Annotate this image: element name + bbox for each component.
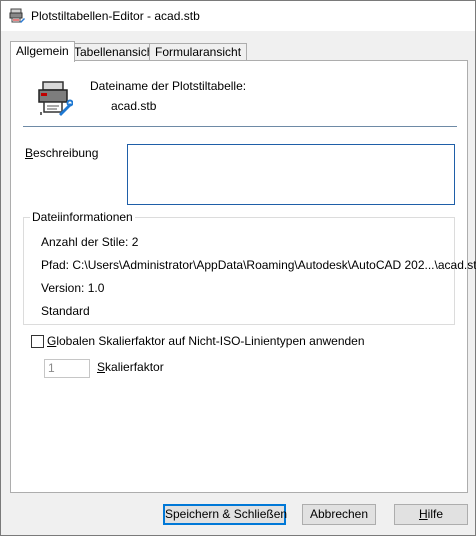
tab-formularansicht[interactable]: Formularansicht: [149, 43, 248, 61]
style-count-text: Anzahl der Stile: 2: [41, 235, 139, 249]
title-bar: Plotstiltabellen-Editor - acad.stb: [1, 1, 475, 31]
description-textarea[interactable]: [127, 144, 455, 205]
apply-global-scale-checkbox[interactable]: [31, 335, 44, 348]
apply-global-scale-label[interactable]: Globalen Skalierfaktor auf Nicht-ISO-Lin…: [47, 334, 365, 348]
separator-line: [23, 126, 457, 127]
save-close-button[interactable]: Speichern & Schließen: [163, 504, 287, 525]
file-info-group: Dateiinformationen Anzahl der Stile: 2 P…: [23, 210, 476, 325]
filename-value: acad.stb: [111, 99, 157, 113]
version-text: Version: 1.0: [41, 281, 105, 295]
cancel-button[interactable]: Abbrechen: [302, 504, 376, 525]
scale-factor-label: Skalierfaktor: [97, 360, 164, 374]
filename-label: Dateiname der Plotstiltabelle:: [90, 79, 247, 93]
plot-style-table-icon: [38, 81, 73, 116]
general-tab-panel: Dateiname der Plotstiltabelle: acad.stb …: [10, 60, 476, 493]
plot-style-table-editor-window: Plotstiltabellen-Editor - acad.stb Tabel…: [0, 0, 476, 536]
path-text: Pfad: C:\Users\Administrator\AppData\Roa…: [41, 258, 476, 272]
tab-allgemein[interactable]: Allgemein: [10, 41, 75, 62]
standard-text: Standard: [41, 304, 90, 318]
file-info-title: Dateiinformationen: [30, 210, 135, 224]
window-title: Plotstiltabellen-Editor - acad.stb: [31, 9, 200, 23]
scale-factor-input[interactable]: 1: [44, 359, 90, 378]
plotter-app-icon: [9, 8, 25, 23]
description-label: Beschreibung: [25, 146, 99, 160]
help-button[interactable]: Hilfe: [394, 504, 468, 525]
